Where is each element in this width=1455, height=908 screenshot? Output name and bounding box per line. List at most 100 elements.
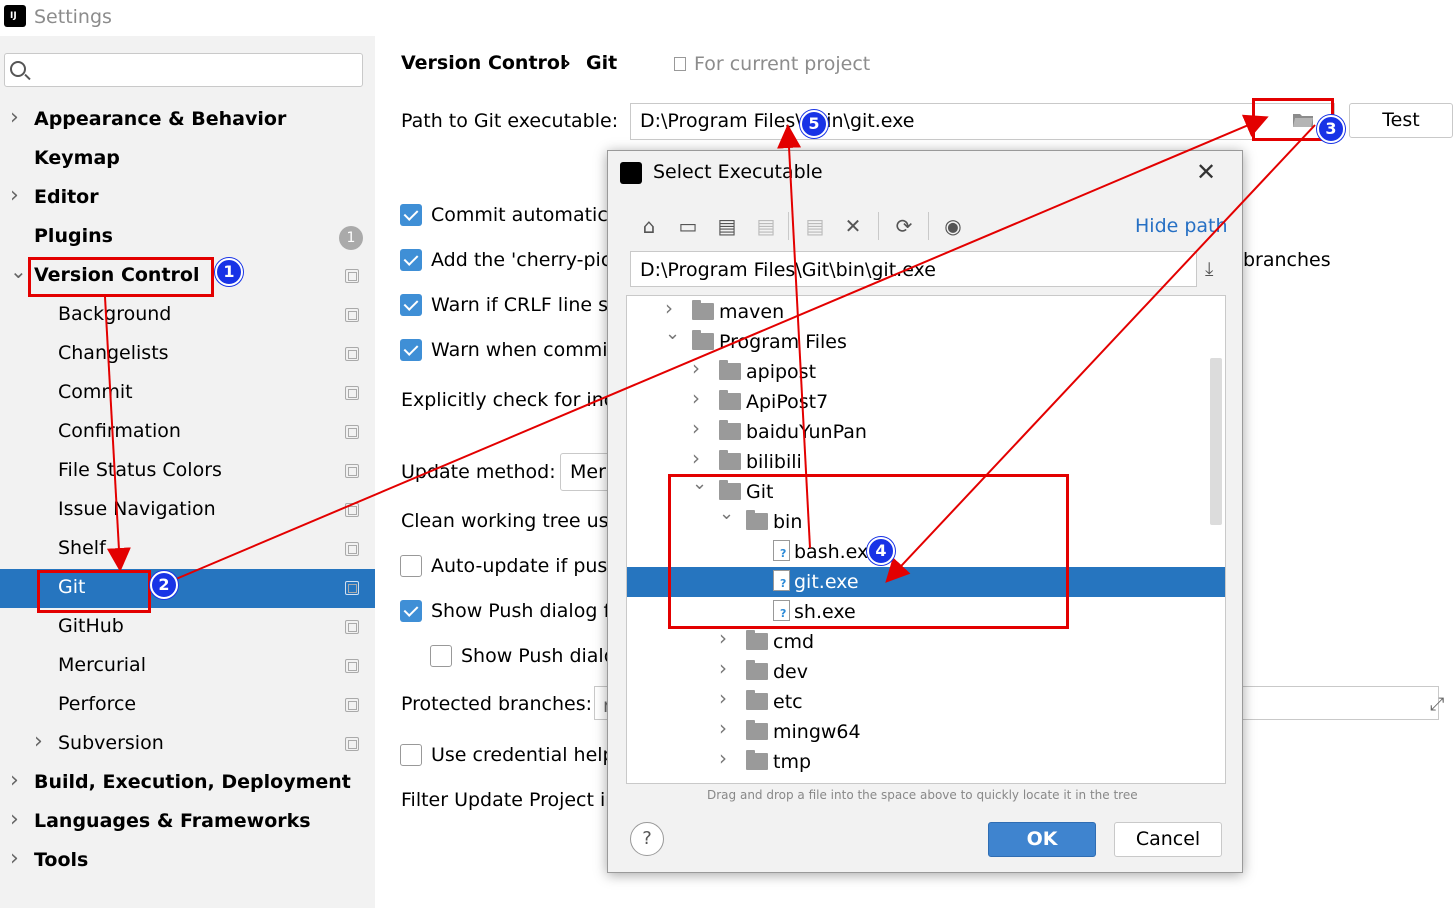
chevron-right-icon[interactable]: ›: [10, 768, 19, 793]
sidebar-item[interactable]: › Languages & Frameworks: [0, 803, 375, 842]
explicit-check-label: Explicitly check for inc: [401, 389, 615, 411]
project-scope-icon: [345, 386, 359, 400]
new-folder-icon[interactable]: ▤: [804, 215, 826, 237]
warn-commit-checkbox[interactable]: [400, 339, 422, 361]
sidebar-item[interactable]: Plugins 1: [0, 218, 375, 257]
sidebar-item[interactable]: GitHub: [0, 608, 375, 647]
file-tree-folder[interactable]: ⌄ Program Files: [627, 323, 1225, 357]
download-icon[interactable]: ⤓: [1205, 258, 1213, 280]
commit-auto-checkbox[interactable]: [400, 204, 422, 226]
chevron-right-icon[interactable]: ›: [692, 416, 700, 440]
file-tree-folder[interactable]: › tmp: [627, 746, 1225, 777]
refresh-icon[interactable]: ⟳: [893, 215, 915, 237]
sidebar-item[interactable]: Keymap: [0, 140, 375, 179]
chevron-right-icon[interactable]: ›: [10, 105, 19, 130]
project-scope-icon: [345, 698, 359, 712]
step-marker-5: 5: [800, 110, 828, 138]
chevron-right-icon[interactable]: ›: [665, 296, 673, 320]
credential-helper-checkbox[interactable]: [400, 744, 422, 766]
file-tree-folder[interactable]: › etc: [627, 686, 1225, 717]
sidebar-item[interactable]: › Subversion: [0, 725, 375, 764]
dialog-close-button[interactable]: ✕: [1196, 158, 1216, 186]
sidebar-item-label: Confirmation: [58, 420, 181, 442]
crlf-checkbox[interactable]: [400, 294, 422, 316]
sidebar-item-label: Changelists: [58, 342, 169, 364]
chevron-down-icon[interactable]: ⌄: [10, 259, 27, 283]
chevron-right-icon[interactable]: ›: [10, 846, 19, 871]
chevron-right-icon[interactable]: ›: [719, 656, 727, 680]
file-tree-label: apipost: [746, 361, 817, 383]
sidebar-item[interactable]: Changelists: [0, 335, 375, 374]
show-push-checkbox[interactable]: [400, 600, 422, 622]
file-tree-folder[interactable]: › ApiPost7: [627, 386, 1225, 417]
show-hidden-icon[interactable]: ◉: [942, 215, 964, 237]
sidebar-item[interactable]: Background: [0, 296, 375, 335]
file-tree-folder[interactable]: › cmd: [627, 626, 1225, 657]
chevron-right-icon[interactable]: ›: [719, 746, 727, 770]
cherry-pick-checkbox[interactable]: [400, 249, 422, 271]
module-folder-icon[interactable]: ▤: [755, 215, 777, 237]
file-tree-folder[interactable]: › apipost: [627, 356, 1225, 387]
sidebar-item-label: Background: [58, 303, 172, 325]
tree-scrollbar[interactable]: [1210, 358, 1222, 525]
chevron-right-icon[interactable]: ›: [10, 183, 19, 208]
sidebar-item[interactable]: Confirmation: [0, 413, 375, 452]
sidebar-item[interactable]: › Build, Execution, Deployment: [0, 764, 375, 803]
dialog-title: Select Executable: [653, 161, 823, 183]
sidebar-item-label: Build, Execution, Deployment: [34, 771, 351, 793]
sidebar-item[interactable]: Commit: [0, 374, 375, 413]
home-icon[interactable]: ⌂: [638, 215, 660, 237]
desktop-icon[interactable]: ▭: [677, 215, 699, 237]
ok-button[interactable]: OK: [988, 822, 1096, 857]
sidebar-item[interactable]: › Editor: [0, 179, 375, 218]
chevron-right-icon[interactable]: ›: [719, 686, 727, 710]
delete-icon[interactable]: ✕: [842, 215, 864, 237]
help-button[interactable]: ?: [630, 822, 664, 856]
file-tree-folder[interactable]: › maven: [627, 296, 1225, 327]
sidebar-item[interactable]: › Appearance & Behavior: [0, 101, 375, 140]
chevron-right-icon[interactable]: ›: [692, 386, 700, 410]
file-tree-folder[interactable]: › mingw64: [627, 716, 1225, 747]
folder-icon: [746, 720, 768, 740]
project-scope-icon: [345, 308, 359, 322]
test-button[interactable]: Test: [1349, 103, 1453, 138]
expand-icon[interactable]: ⤢: [1430, 694, 1444, 715]
sidebar-item[interactable]: Shelf: [0, 530, 375, 569]
chevron-right-icon[interactable]: ›: [719, 626, 727, 650]
auto-update-checkbox[interactable]: [400, 555, 422, 577]
plugins-update-badge: 1: [339, 226, 363, 250]
sidebar-item[interactable]: Perforce: [0, 686, 375, 725]
file-tree-folder[interactable]: › bilibili: [627, 446, 1225, 477]
hide-path-link[interactable]: Hide path: [1135, 215, 1228, 237]
project-scope-icon: [674, 57, 686, 71]
file-tree-folder[interactable]: › dev: [627, 656, 1225, 687]
chevron-right-icon[interactable]: ›: [719, 716, 727, 740]
sidebar-item[interactable]: File Status Colors: [0, 452, 375, 491]
show-push-label: Show Push dialog f: [431, 600, 611, 622]
settings-search-input[interactable]: [4, 53, 363, 87]
breadcrumb-parent[interactable]: Version Control: [401, 52, 566, 74]
drag-drop-hint: Drag and drop a file into the space abov…: [707, 788, 1138, 802]
chevron-right-icon[interactable]: ›: [692, 356, 700, 380]
chevron-down-icon[interactable]: ⌄: [665, 323, 680, 344]
git-path-value: D:\Program Files\ \bin\git.exe: [640, 110, 915, 132]
sidebar-item[interactable]: Issue Navigation: [0, 491, 375, 530]
sidebar-item[interactable]: › Tools: [0, 842, 375, 881]
sidebar-item-label: File Status Colors: [58, 459, 222, 481]
chevron-right-icon[interactable]: ›: [692, 446, 700, 470]
cancel-button[interactable]: Cancel: [1114, 822, 1222, 857]
show-push-sub-checkbox[interactable]: [430, 645, 452, 667]
chevron-right-icon[interactable]: ›: [10, 807, 19, 832]
project-scope-icon: [345, 737, 359, 751]
project-scope-icon: [345, 659, 359, 673]
dialog-logo-icon: [620, 162, 642, 184]
filter-update-label: Filter Update Project in: [401, 789, 618, 811]
project-folder-icon[interactable]: ▤: [716, 215, 738, 237]
sidebar-item[interactable]: Mercurial: [0, 647, 375, 686]
file-tree-label: dev: [773, 661, 808, 683]
project-scope-icon: [345, 425, 359, 439]
project-scope-icon: [345, 269, 359, 283]
file-tree-folder[interactable]: › baiduYunPan: [627, 416, 1225, 447]
chevron-right-icon[interactable]: ›: [34, 729, 43, 754]
show-push-sub-label: Show Push dialo: [461, 645, 616, 667]
